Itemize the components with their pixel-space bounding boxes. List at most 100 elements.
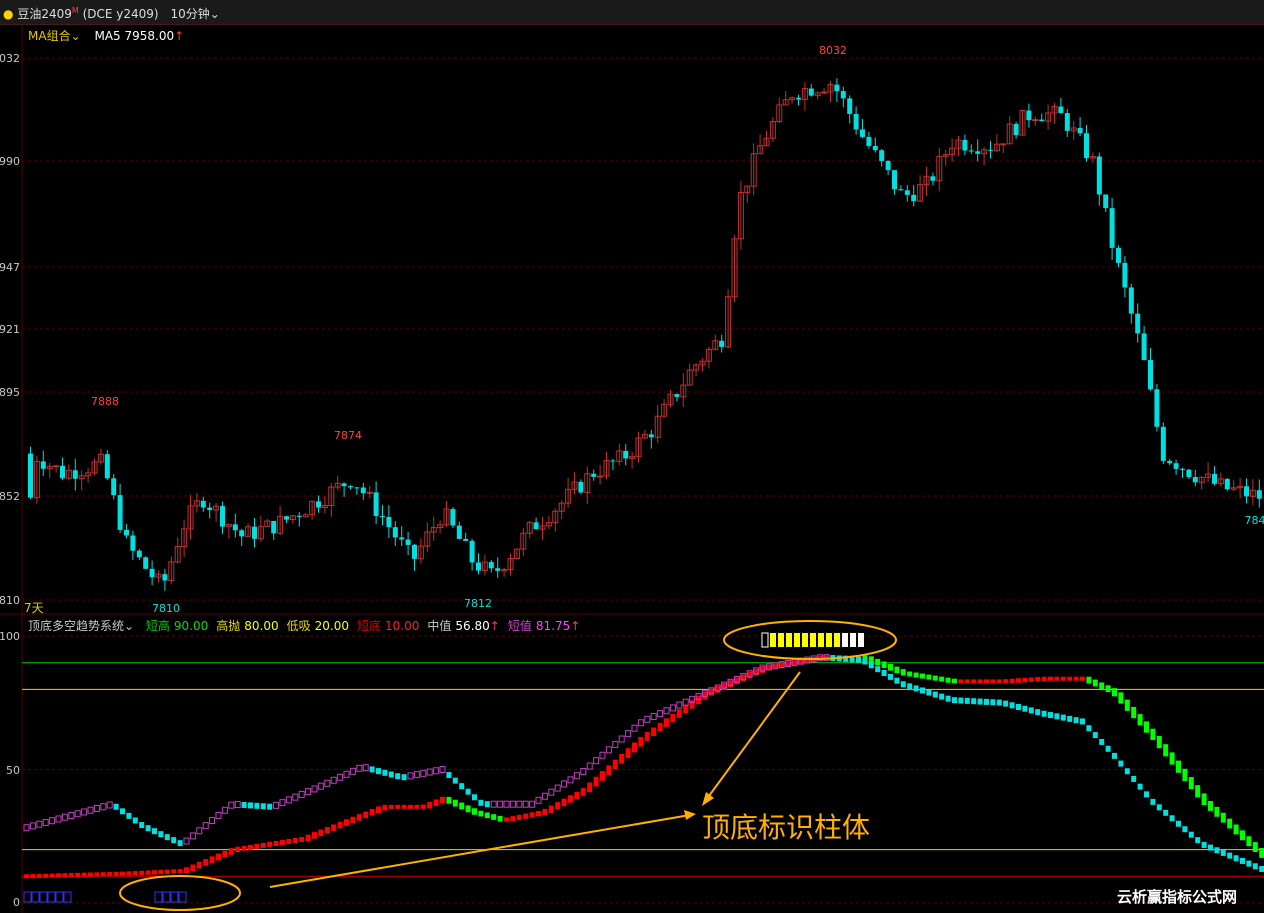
trend-bar bbox=[875, 658, 881, 666]
mid-dot bbox=[868, 662, 874, 669]
trend-bar bbox=[1227, 818, 1233, 829]
mid-dot bbox=[497, 800, 504, 808]
mid-dot bbox=[888, 673, 893, 680]
trend-bar bbox=[996, 679, 1002, 684]
trend-bar bbox=[30, 874, 36, 879]
trend-bar bbox=[728, 680, 733, 688]
candle-body bbox=[136, 550, 142, 558]
mid-dot bbox=[55, 815, 62, 823]
indicator-item-label: 中值 bbox=[427, 619, 452, 633]
price-annotation: 784 bbox=[1245, 514, 1264, 527]
chevron-down-icon[interactable]: ⌄ bbox=[124, 619, 134, 633]
candle-body bbox=[162, 574, 168, 581]
trend-bar bbox=[1028, 677, 1034, 682]
mid-dot bbox=[1214, 847, 1220, 854]
trend-bar bbox=[619, 753, 625, 764]
mid-dot bbox=[1195, 837, 1201, 844]
mid-dot bbox=[1233, 855, 1239, 862]
trend-bar bbox=[254, 843, 260, 849]
candle-body bbox=[399, 537, 405, 540]
trend-bar bbox=[676, 709, 682, 718]
chevron-down-icon[interactable]: ⌄ bbox=[210, 7, 220, 21]
mid-dot bbox=[433, 767, 440, 775]
indicator-name[interactable]: 顶底多空趋势系统 bbox=[28, 619, 124, 633]
indicator-item-label: 短高 bbox=[145, 619, 170, 633]
bottom-marker bbox=[154, 891, 163, 903]
bottom-marker bbox=[31, 891, 40, 903]
mid-dot bbox=[234, 801, 241, 809]
period-selector[interactable]: 10分钟 bbox=[170, 7, 209, 21]
trend-bar bbox=[504, 817, 509, 822]
bottom-marker bbox=[63, 891, 72, 903]
mid-dot bbox=[120, 808, 125, 815]
mid-dot bbox=[1060, 714, 1066, 721]
trend-bar bbox=[273, 840, 279, 846]
candle-body bbox=[866, 136, 872, 146]
candle-body bbox=[1058, 106, 1064, 114]
mid-dot bbox=[586, 762, 593, 770]
trend-bar bbox=[337, 821, 343, 829]
mid-dot bbox=[1067, 715, 1073, 722]
candle-body bbox=[1244, 486, 1249, 497]
mid-dot bbox=[875, 666, 881, 673]
mid-dot bbox=[74, 810, 81, 818]
ma-bar: MA组合⌄ MA5 7958.00↑ bbox=[28, 27, 184, 44]
price-tick-label: 8032 bbox=[0, 52, 20, 65]
mid-dot bbox=[254, 802, 260, 809]
candle-body bbox=[354, 487, 360, 489]
trend-bar bbox=[670, 713, 676, 723]
trend-bar bbox=[894, 666, 900, 674]
mid-dot bbox=[964, 697, 970, 704]
mid-dot bbox=[36, 820, 43, 828]
candle-body bbox=[1013, 123, 1019, 136]
candle-body bbox=[1180, 468, 1185, 470]
trend-bar bbox=[491, 814, 497, 820]
top-marker bbox=[761, 632, 769, 648]
candle-body bbox=[1000, 143, 1007, 146]
trend-bar bbox=[1195, 785, 1201, 798]
trend-bar bbox=[977, 679, 983, 684]
trend-bar bbox=[632, 742, 637, 753]
mid-dot bbox=[29, 822, 36, 830]
mid-dot bbox=[1080, 718, 1085, 725]
mid-dot bbox=[215, 811, 222, 819]
mid-dot bbox=[926, 689, 932, 696]
mid-dot bbox=[189, 832, 196, 840]
trend-bar bbox=[734, 677, 740, 685]
chevron-down-icon[interactable]: ⌄ bbox=[71, 29, 81, 43]
status-dot-icon: ● bbox=[3, 7, 14, 21]
trend-bar bbox=[1060, 676, 1066, 681]
trend-bar bbox=[312, 832, 317, 839]
trend-bar bbox=[190, 864, 196, 872]
trend-bar bbox=[376, 806, 381, 814]
mid-dot bbox=[529, 800, 536, 808]
candle-body bbox=[1167, 460, 1173, 464]
trend-bar bbox=[990, 679, 996, 684]
mid-dot bbox=[267, 803, 273, 810]
indicator-item-label: 短值 bbox=[507, 619, 532, 633]
mid-dot bbox=[920, 687, 925, 694]
header: ● 豆油2409M (DCE y2409) 10分钟⌄ bbox=[3, 5, 220, 22]
ma-group-selector[interactable]: MA组合 bbox=[28, 29, 71, 43]
trend-bar bbox=[171, 869, 177, 874]
candle-body bbox=[968, 150, 974, 152]
trend-bar bbox=[1131, 706, 1137, 719]
mid-dot bbox=[23, 824, 30, 832]
mid-dot bbox=[459, 783, 465, 790]
mid-dot bbox=[164, 834, 170, 841]
candle-body bbox=[911, 194, 917, 202]
mid-dot bbox=[343, 770, 350, 778]
trend-bar bbox=[785, 661, 791, 667]
indicator-axis: 100 50 0 bbox=[0, 630, 20, 909]
trend-bar bbox=[356, 814, 362, 821]
mid-dot bbox=[452, 777, 458, 784]
trend-bar bbox=[228, 848, 234, 855]
trend-bar bbox=[568, 795, 573, 803]
mid-dot bbox=[382, 769, 388, 776]
bottom-marker bbox=[39, 891, 48, 903]
symbol-name[interactable]: 豆油2409 bbox=[17, 7, 72, 21]
mid-dot bbox=[984, 698, 989, 705]
mid-dot bbox=[945, 695, 951, 702]
trend-bar bbox=[907, 671, 913, 677]
mid-dot bbox=[145, 825, 151, 832]
